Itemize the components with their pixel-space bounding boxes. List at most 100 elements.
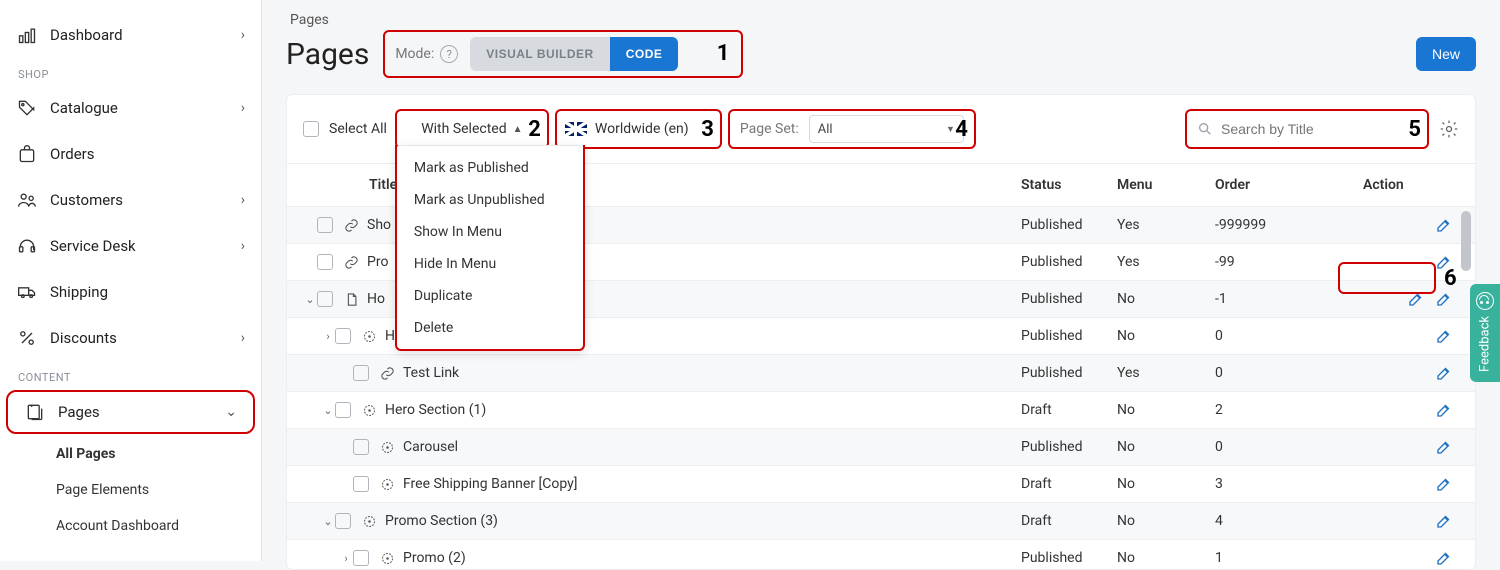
row-type-icon — [343, 291, 359, 307]
row-order: -1 — [1215, 291, 1363, 307]
sidebar-item-orders[interactable]: Orders — [0, 131, 261, 177]
edit-icon[interactable] — [1435, 549, 1453, 567]
search-icon — [1197, 121, 1213, 137]
row-checkbox[interactable] — [353, 550, 369, 566]
row-checkbox[interactable] — [335, 513, 351, 529]
row-title[interactable]: Ho — [367, 291, 385, 307]
row-checkbox[interactable] — [317, 254, 333, 270]
gear-icon[interactable] — [1439, 119, 1459, 139]
row-type-icon — [379, 365, 395, 381]
row-title[interactable]: Promo (2) — [403, 550, 466, 566]
headset-icon — [16, 235, 38, 257]
expand-icon[interactable]: › — [339, 552, 353, 565]
row-checkbox[interactable] — [353, 365, 369, 381]
row-type-icon — [361, 513, 377, 529]
tag-icon — [16, 97, 38, 119]
search-input[interactable] — [1221, 121, 1417, 137]
page-set-label: Page Set: — [740, 121, 799, 137]
uk-flag-icon — [565, 122, 587, 136]
feedback-tab[interactable]: Feedback — [1470, 284, 1500, 382]
edit-icon[interactable] — [1435, 438, 1453, 456]
edit-icon[interactable] — [1435, 401, 1453, 419]
row-checkbox[interactable] — [317, 291, 333, 307]
edit-icon[interactable] — [1435, 475, 1453, 493]
caret-down-icon: ▼ — [946, 124, 955, 135]
row-title[interactable]: Sho — [367, 217, 391, 233]
dropdown-item[interactable]: Show In Menu — [396, 216, 584, 248]
row-title[interactable]: Carousel — [403, 439, 458, 455]
row-type-icon — [379, 476, 395, 492]
chevron-right-icon: › — [241, 330, 245, 346]
row-status: Draft — [1021, 513, 1117, 529]
sidebar-label: Orders — [50, 145, 245, 163]
dropdown-item[interactable]: Mark as Published — [396, 152, 584, 184]
sidebar-item-catalogue[interactable]: Catalogue › — [0, 85, 261, 131]
sidebar-sub-page-elements[interactable]: Page Elements — [0, 472, 261, 508]
select-all-checkbox[interactable]: Select All — [303, 121, 387, 137]
new-button[interactable]: New — [1416, 37, 1476, 71]
sidebar-item-shipping[interactable]: Shipping — [0, 269, 261, 315]
row-checkbox[interactable] — [335, 328, 351, 344]
row-menu: Yes — [1117, 365, 1215, 381]
row-menu: Yes — [1117, 217, 1215, 233]
sidebar-sub-all-pages[interactable]: All Pages — [0, 436, 261, 472]
expand-icon[interactable]: ⌄ — [303, 293, 317, 306]
edit-icon[interactable] — [1435, 512, 1453, 530]
mode-segmented-control: VISUAL BUILDER CODE — [470, 37, 678, 71]
caret-up-icon: ▲ — [513, 124, 523, 135]
table-row: ›Promo (2)PublishedNo1 — [287, 540, 1475, 569]
bag-icon — [16, 143, 38, 165]
row-status: Draft — [1021, 402, 1117, 418]
dropdown-item[interactable]: Delete — [396, 312, 584, 344]
edit-icon[interactable] — [1407, 290, 1425, 308]
expand-icon[interactable]: ⌄ — [321, 404, 335, 417]
edit-icon[interactable] — [1435, 327, 1453, 345]
scrollbar[interactable] — [1459, 207, 1473, 569]
expand-icon[interactable]: ⌄ — [321, 515, 335, 528]
sidebar-item-customers[interactable]: Customers › — [0, 177, 261, 223]
dropdown-item[interactable]: Mark as Unpublished — [396, 184, 584, 216]
row-checkbox[interactable] — [335, 402, 351, 418]
row-checkbox[interactable] — [353, 476, 369, 492]
mode-code-button[interactable]: CODE — [610, 37, 679, 71]
sidebar-item-service-desk[interactable]: Service Desk › — [0, 223, 261, 269]
sidebar-label: Service Desk — [50, 237, 241, 255]
row-menu: Yes — [1117, 254, 1215, 270]
page-set-value: All — [818, 122, 833, 137]
edit-visual-icon[interactable] — [1435, 290, 1453, 308]
col-status[interactable]: Status — [1021, 177, 1117, 193]
sidebar-label: Discounts — [50, 329, 241, 347]
help-icon[interactable]: ? — [440, 45, 458, 63]
row-title[interactable]: Free Shipping Banner [Copy] — [403, 476, 578, 492]
row-status: Draft — [1021, 476, 1117, 492]
dropdown-item[interactable]: Duplicate — [396, 280, 584, 312]
sidebar-sub-account-dashboard[interactable]: Account Dashboard — [0, 508, 261, 544]
sidebar-item-dashboard[interactable]: Dashboard › — [0, 12, 261, 58]
callout-4: 4 — [955, 117, 968, 142]
with-selected-dropdown[interactable]: With Selected ▲ 2 Mark as PublishedMark … — [395, 109, 549, 149]
row-checkbox[interactable] — [317, 217, 333, 233]
row-title[interactable]: Test Link — [403, 365, 459, 381]
search-box: 5 — [1185, 109, 1429, 149]
row-title[interactable]: H — [385, 328, 395, 344]
row-title[interactable]: Promo Section (3) — [385, 513, 498, 529]
dropdown-item[interactable]: Hide In Menu — [396, 248, 584, 280]
row-menu: No — [1117, 328, 1215, 344]
col-order[interactable]: Order — [1215, 177, 1363, 193]
edit-icon[interactable] — [1435, 216, 1453, 234]
row-title[interactable]: Pro — [367, 254, 388, 270]
row-checkbox[interactable] — [353, 439, 369, 455]
locale-selector[interactable]: Worldwide (en) 3 — [555, 109, 722, 149]
sidebar-item-pages[interactable]: Pages ⌄ — [6, 390, 255, 434]
users-icon — [16, 189, 38, 211]
col-menu[interactable]: Menu — [1117, 177, 1215, 193]
mode-visual-builder-button[interactable]: VISUAL BUILDER — [470, 37, 609, 71]
edit-icon[interactable] — [1435, 364, 1453, 382]
dashboard-icon — [16, 24, 38, 46]
row-title[interactable]: Hero Section (1) — [385, 402, 486, 418]
expand-icon[interactable]: › — [321, 330, 335, 343]
sidebar-item-discounts[interactable]: Discounts › — [0, 315, 261, 361]
row-order: 1 — [1215, 550, 1363, 566]
page-set-select[interactable]: All ▼ — [809, 115, 964, 143]
chevron-right-icon: › — [241, 100, 245, 116]
